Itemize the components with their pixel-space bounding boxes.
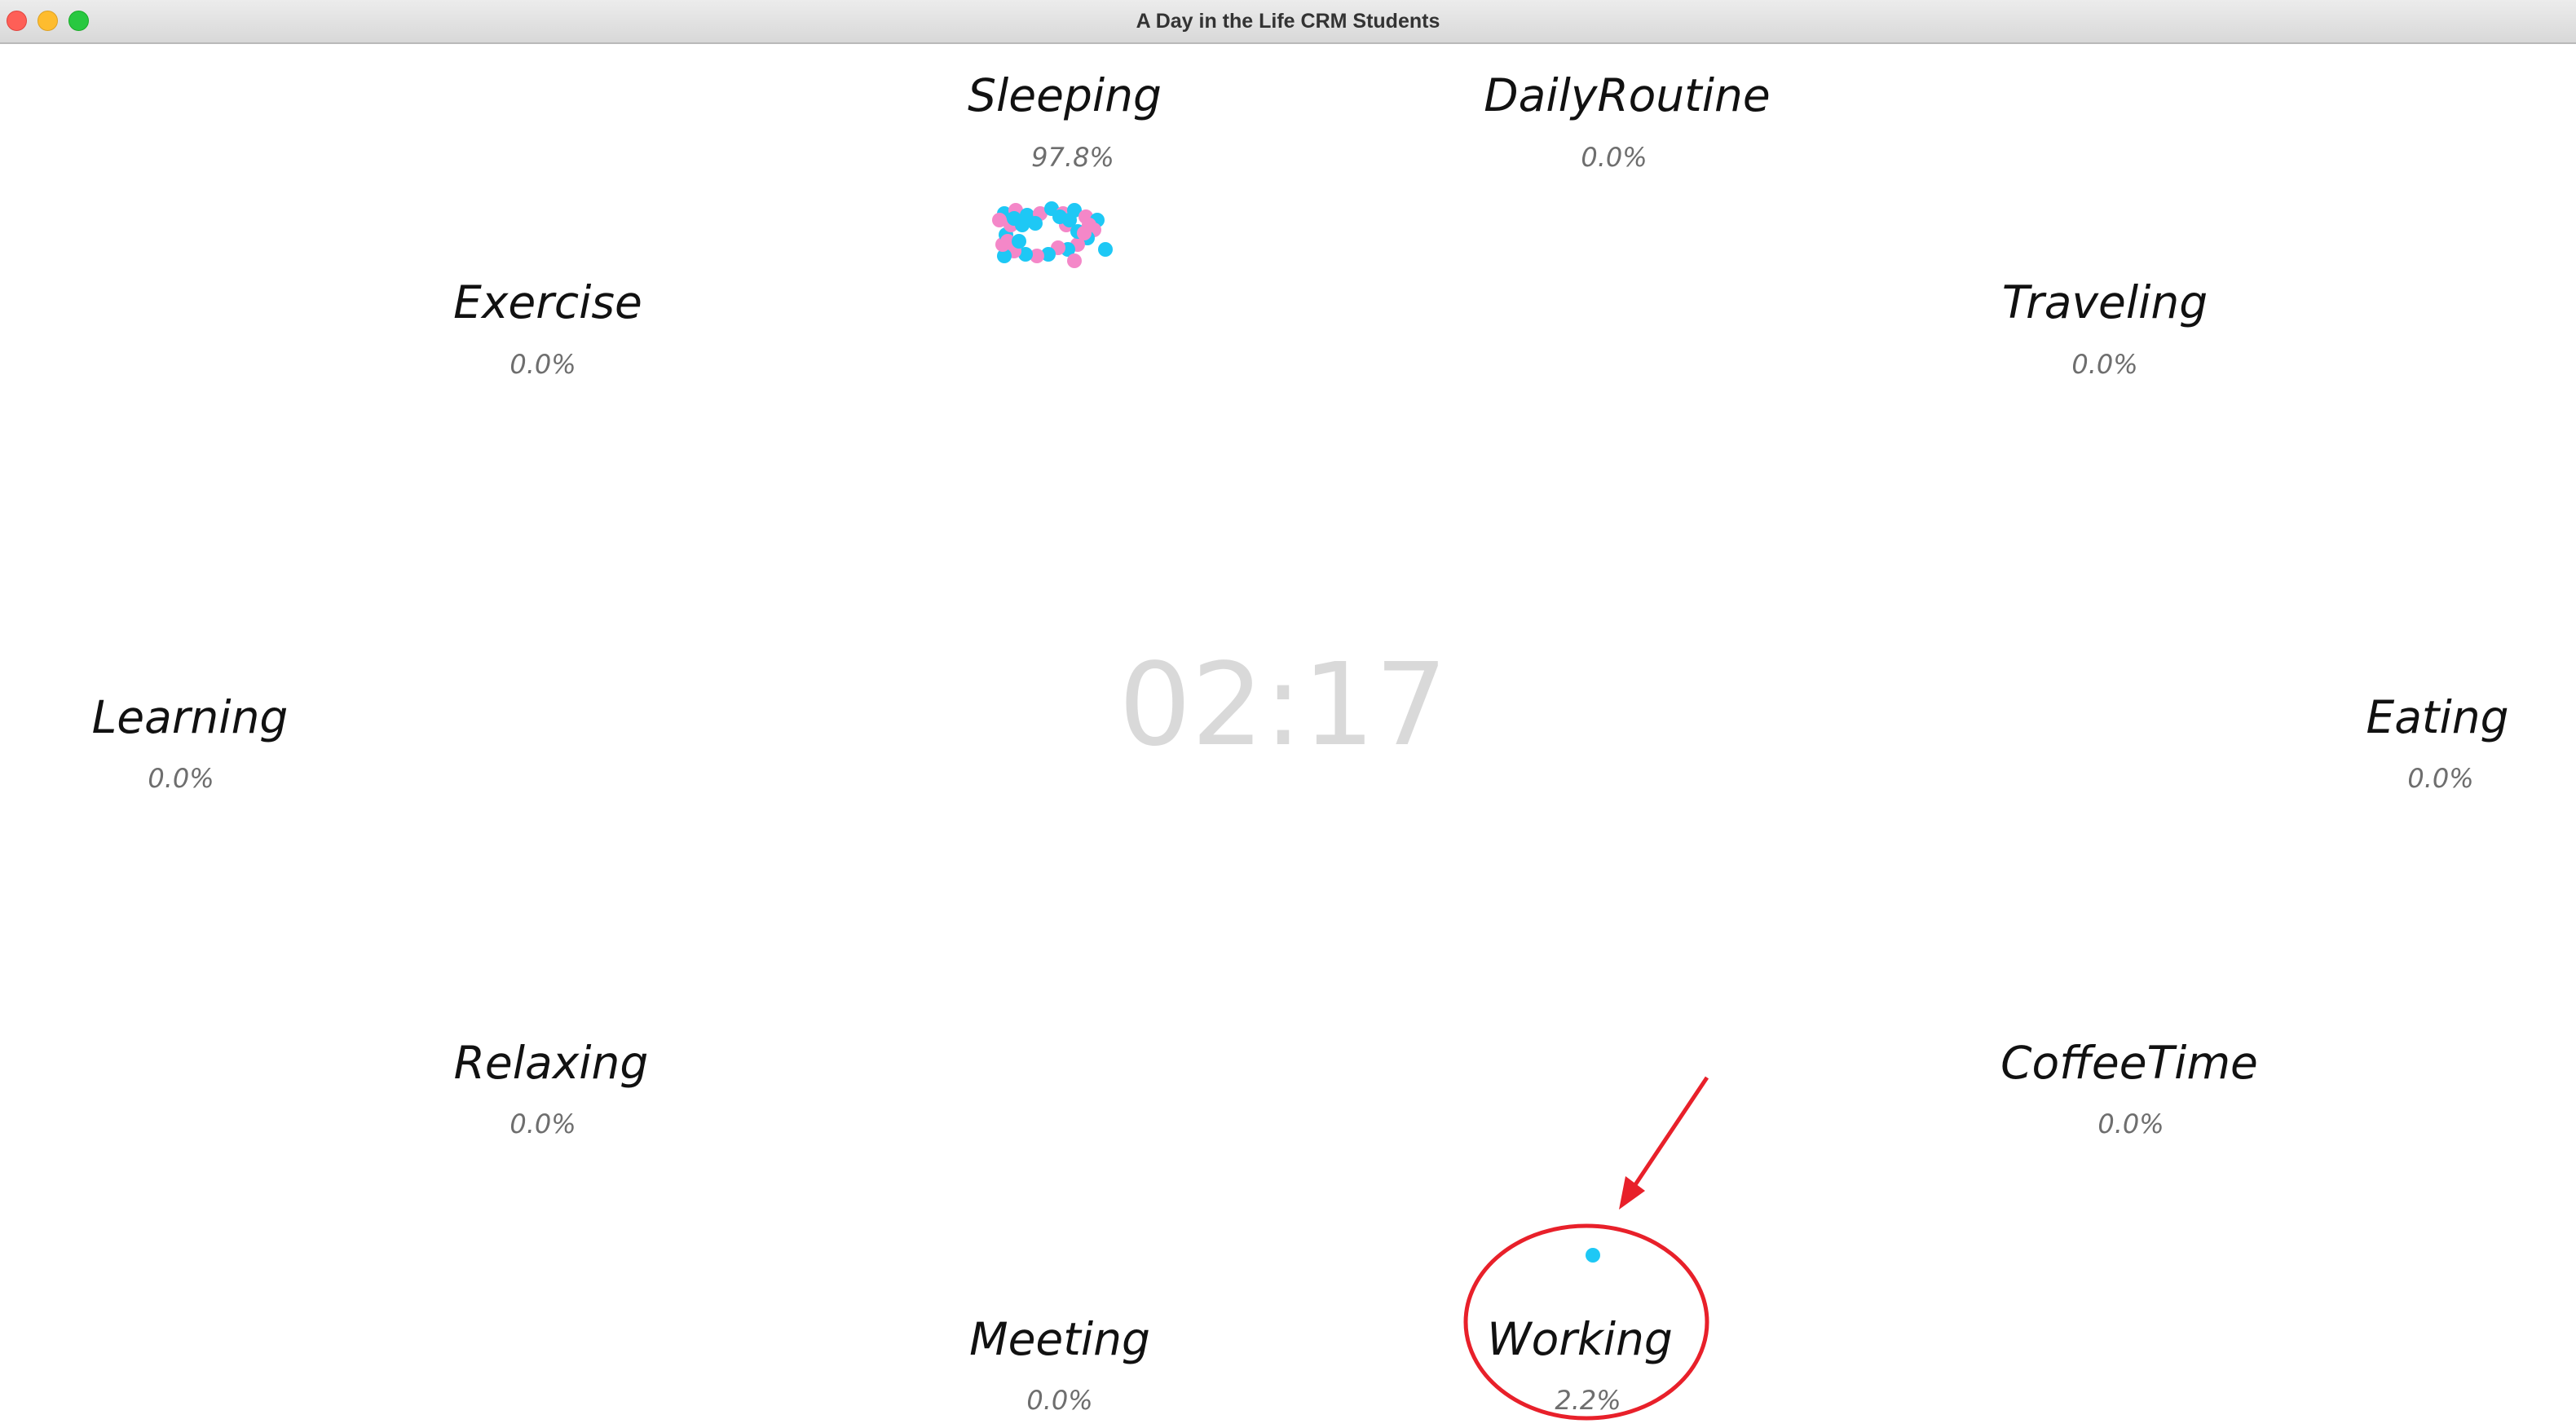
activity-percent-learning: 0.0% — [148, 763, 214, 794]
activity-percent-traveling: 0.0% — [2071, 349, 2138, 380]
time-clock: 02:17 — [1118, 639, 1448, 772]
activity-percent-coffee-time: 0.0% — [2097, 1108, 2164, 1139]
activity-percent-working: 2.2% — [1555, 1385, 1621, 1416]
activity-label-exercise: Exercise — [453, 276, 642, 328]
activity-percent-relaxing: 0.0% — [509, 1108, 576, 1139]
window-title: A Day in the Life CRM Students — [1136, 10, 1440, 33]
activity-label-coffee-time: CoffeeTime — [2000, 1037, 2258, 1089]
activity-label-relaxing: Relaxing — [453, 1037, 649, 1089]
activity-label-eating: Eating — [2366, 691, 2509, 743]
activity-percent-meeting: 0.0% — [1026, 1385, 1093, 1416]
title-bar[interactable]: A Day in the Life CRM Students — [0, 0, 2576, 44]
activity-label-working: Working — [1487, 1313, 1673, 1365]
activity-percent-daily-routine: 0.0% — [1581, 142, 1647, 173]
activity-percent-eating: 0.0% — [2407, 763, 2474, 794]
activity-label-traveling: Traveling — [2001, 276, 2208, 328]
activity-label-daily-routine: DailyRoutine — [1484, 69, 1771, 121]
app-window: A Day in the Life CRM Students 02:17 Sle… — [0, 0, 2576, 1428]
activity-label-sleeping: Sleeping — [968, 69, 1162, 121]
activity-label-meeting: Meeting — [969, 1313, 1150, 1365]
simulation-canvas: 02:17 Sleeping 97.8% DailyRoutine 0.0% E… — [0, 46, 2576, 1428]
activity-percent-exercise: 0.0% — [509, 349, 576, 380]
activity-label-learning: Learning — [91, 691, 289, 743]
activity-percent-sleeping: 97.8% — [1031, 142, 1114, 173]
